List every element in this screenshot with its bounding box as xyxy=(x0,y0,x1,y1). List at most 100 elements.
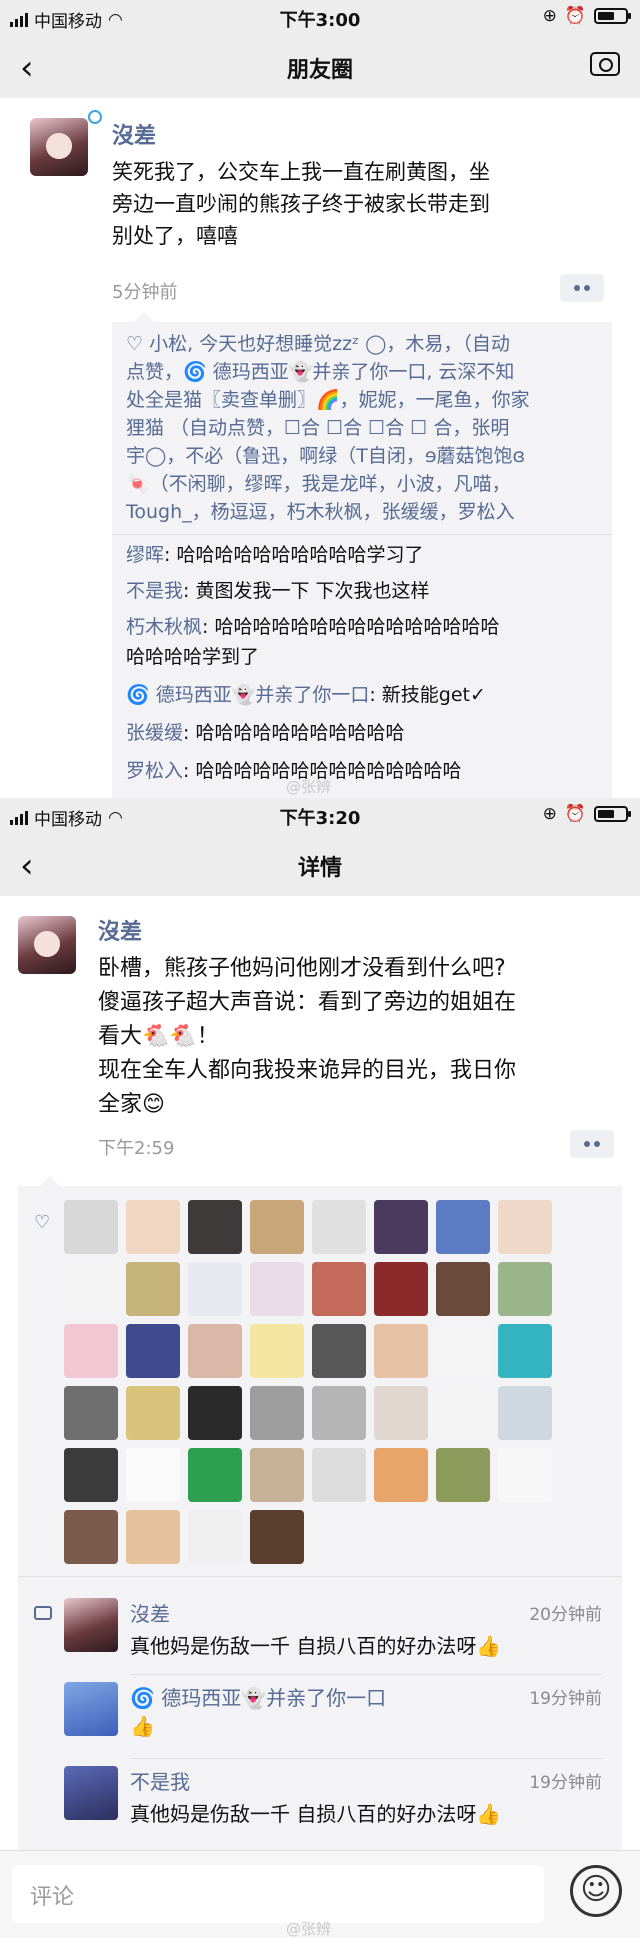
like-avatar-grid xyxy=(64,1200,564,1564)
heart-icon: ♡ xyxy=(34,1212,51,1233)
more-button[interactable] xyxy=(570,1130,614,1158)
like-avatar[interactable] xyxy=(498,1324,552,1378)
like-avatar[interactable] xyxy=(188,1448,242,1502)
like-avatar[interactable] xyxy=(312,1448,366,1502)
like-avatar[interactable] xyxy=(126,1386,180,1440)
status-bar: 中国移动 ◠ 下午3:00 ⊕ ⏰ xyxy=(0,0,640,36)
post-author[interactable]: 沒差 xyxy=(98,914,142,946)
like-avatar[interactable] xyxy=(188,1262,242,1316)
like-avatar[interactable] xyxy=(64,1448,118,1502)
like-avatar[interactable] xyxy=(64,1200,118,1254)
like-avatar[interactable] xyxy=(374,1386,428,1440)
like-avatar[interactable] xyxy=(250,1510,304,1564)
like-avatar[interactable] xyxy=(188,1324,242,1378)
comment-item[interactable]: 朽木秋枫: 哈哈哈哈哈哈哈哈哈哈哈哈哈哈哈 xyxy=(126,612,602,642)
likes-comments-box: ♡ 小松, 今天也好想睡觉zzᶻ ◯，木易，（自动 点赞，🌀 德玛西亚👻并亲了你… xyxy=(112,312,612,798)
verified-icon xyxy=(88,110,102,124)
post-author[interactable]: 沒差 xyxy=(112,118,156,150)
comment-author[interactable]: 不是我 xyxy=(130,1766,190,1795)
like-avatar[interactable] xyxy=(498,1386,552,1440)
page-title: 朋友圈 xyxy=(286,58,353,83)
avatar[interactable] xyxy=(30,118,88,176)
post-text: 笑死我了，公交车上我一直在刷黄图，坐 旁边一直吵闹的熊孩子终于被家长带走到 别处… xyxy=(112,160,490,248)
comment-item[interactable]: 哈哈哈哈学到了 xyxy=(126,642,602,672)
like-avatar[interactable] xyxy=(64,1386,118,1440)
post-text: 卧槽，熊孩子他妈问他刚才没看到什么吧? 傻逼孩子超大声音说：看到了旁边的姐姐在 … xyxy=(98,956,517,1117)
alarm-icon: ⏰ xyxy=(564,6,586,26)
comment-time: 19分钟前 xyxy=(529,1773,602,1793)
like-avatar[interactable] xyxy=(436,1448,490,1502)
page-title: 详情 xyxy=(297,856,342,881)
like-avatar[interactable] xyxy=(436,1324,490,1378)
like-avatar[interactable] xyxy=(312,1324,366,1378)
moments-screen: 中国移动 ◠ 下午3:00 ⊕ ⏰ ‹ 朋友圈 沒差 笑死我了，公交车上我一直在… xyxy=(0,0,640,798)
comment-item[interactable]: 沒差 20分钟前 真他妈是伤敌一千 自损八百的好办法呀👍 xyxy=(64,1598,602,1668)
comment-item[interactable]: 不是我: 黄图发我一下 下次我也这样 xyxy=(126,576,602,606)
likes-list: ♡ 小松, 今天也好想睡觉zzᶻ ◯，木易，（自动 点赞，🌀 德玛西亚👻并亲了你… xyxy=(126,333,530,523)
divider xyxy=(130,1674,602,1675)
like-avatar[interactable] xyxy=(374,1200,428,1254)
comment-item[interactable]: 🌀 德玛西亚👻并亲了你一口: 新技能get✓ xyxy=(126,680,602,710)
comment-item[interactable]: 张缓缓: 哈哈哈哈哈哈哈哈哈哈哈 xyxy=(126,718,602,748)
like-avatar[interactable] xyxy=(126,1324,180,1378)
like-avatar[interactable] xyxy=(312,1386,366,1440)
like-avatar[interactable] xyxy=(64,1324,118,1378)
avatar[interactable] xyxy=(64,1598,118,1652)
avatar[interactable] xyxy=(64,1766,118,1820)
watermark: @张辨 xyxy=(286,778,332,796)
battery-icon xyxy=(594,806,631,822)
like-avatar[interactable] xyxy=(64,1262,118,1316)
post-time: 下午2:59 xyxy=(98,1138,175,1159)
comment-time: 19分钟前 xyxy=(529,1689,602,1709)
like-avatar[interactable] xyxy=(188,1200,242,1254)
like-avatar[interactable] xyxy=(436,1200,490,1254)
emoji-icon[interactable]: ☺ xyxy=(570,1865,622,1917)
divider xyxy=(130,1758,602,1759)
like-avatar[interactable] xyxy=(312,1200,366,1254)
comment-author[interactable]: 沒差 xyxy=(130,1598,170,1627)
divider xyxy=(112,534,612,535)
like-avatar[interactable] xyxy=(250,1386,304,1440)
avatar[interactable] xyxy=(64,1682,118,1736)
watermark: @张辨 xyxy=(286,1920,332,1938)
like-avatar[interactable] xyxy=(126,1200,180,1254)
comment-icon xyxy=(34,1606,52,1620)
rotation-lock-icon: ⊕ xyxy=(542,6,557,26)
like-avatar[interactable] xyxy=(374,1324,428,1378)
comment-item[interactable]: 缪晖: 哈哈哈哈哈哈哈哈哈哈学习了 xyxy=(126,540,602,570)
like-avatar[interactable] xyxy=(498,1200,552,1254)
like-avatar[interactable] xyxy=(250,1262,304,1316)
like-avatar[interactable] xyxy=(498,1262,552,1316)
detail-screen: 中国移动 ◠ 下午3:20 ⊕ ⏰ ‹ 详情 沒差 卧槽，熊孩子他妈问他刚才没看… xyxy=(0,798,640,1938)
avatar[interactable] xyxy=(18,916,76,974)
like-avatar[interactable] xyxy=(498,1448,552,1502)
comment-item[interactable]: 🌀 德玛西亚👻并亲了你一口 19分钟前 👍 xyxy=(64,1682,602,1752)
like-avatar[interactable] xyxy=(374,1262,428,1316)
more-button[interactable] xyxy=(560,274,604,302)
comment-text: 真他妈是伤敌一千 自损八百的好办法呀👍 xyxy=(130,1802,502,1826)
like-avatar[interactable] xyxy=(436,1386,490,1440)
divider xyxy=(18,1576,622,1577)
like-avatar[interactable] xyxy=(374,1448,428,1502)
comment-author[interactable]: 🌀 德玛西亚👻并亲了你一口 xyxy=(130,1682,386,1711)
comment-input[interactable]: 评论 xyxy=(12,1865,544,1923)
comment-item[interactable]: 罗松入: 哈哈哈哈哈哈哈哈哈哈哈哈哈哈 xyxy=(126,756,602,786)
like-avatar[interactable] xyxy=(126,1448,180,1502)
like-avatar[interactable] xyxy=(436,1262,490,1316)
camera-icon[interactable] xyxy=(590,52,620,76)
comment-item[interactable]: 不是我 19分钟前 真他妈是伤敌一千 自损八百的好办法呀👍 xyxy=(64,1766,602,1836)
like-avatar[interactable] xyxy=(126,1262,180,1316)
like-avatar[interactable] xyxy=(250,1324,304,1378)
like-avatar[interactable] xyxy=(188,1510,242,1564)
nav-bar: ‹ 详情 xyxy=(0,834,640,896)
like-avatar[interactable] xyxy=(64,1510,118,1564)
like-avatar[interactable] xyxy=(250,1448,304,1502)
post-time: 5分钟前 xyxy=(112,282,178,303)
status-bar: 中国移动 ◠ 下午3:20 ⊕ ⏰ xyxy=(0,798,640,834)
like-avatar[interactable] xyxy=(188,1386,242,1440)
like-avatar[interactable] xyxy=(126,1510,180,1564)
comment-text: 👍 xyxy=(130,1714,155,1738)
like-avatar[interactable] xyxy=(312,1262,366,1316)
like-avatar[interactable] xyxy=(250,1200,304,1254)
nav-bar: ‹ 朋友圈 xyxy=(0,36,640,98)
